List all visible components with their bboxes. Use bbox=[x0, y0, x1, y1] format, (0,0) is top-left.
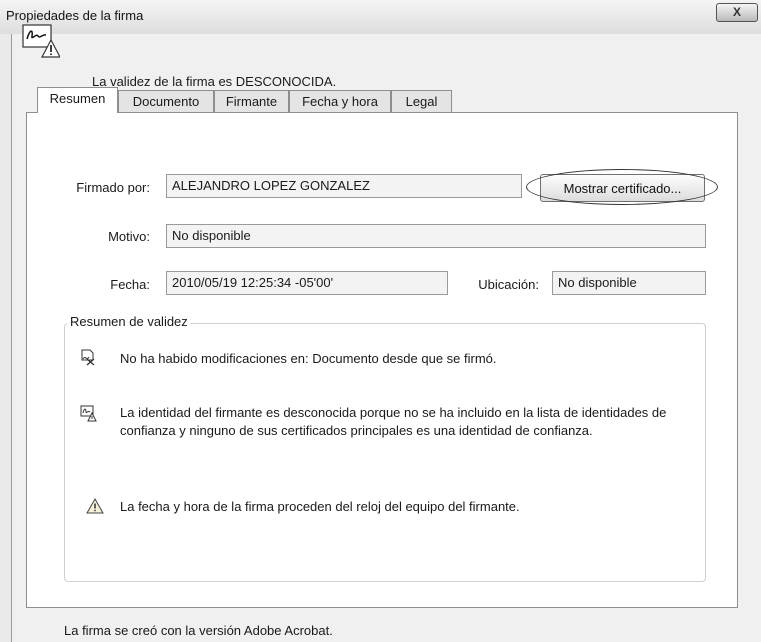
date-field: 2010/05/19 12:25:34 -05'00' bbox=[166, 271, 448, 295]
tab-firmante[interactable]: Firmante bbox=[214, 90, 289, 112]
signer-unknown-icon bbox=[80, 405, 97, 422]
tab-legal[interactable]: Legal bbox=[391, 90, 452, 112]
footer-note: La firma se creó con la versión Adobe Ac… bbox=[64, 623, 333, 638]
location-field: No disponible bbox=[552, 271, 706, 295]
window-title: Propiedades de la firma bbox=[6, 8, 144, 23]
tab-resumen[interactable]: Resumen bbox=[37, 87, 118, 113]
date-label: Fecha: bbox=[110, 277, 150, 292]
tab-documento[interactable]: Documento bbox=[118, 90, 214, 112]
title-bar: Propiedades de la firma X bbox=[0, 0, 761, 34]
signed-by-field: ALEJANDRO LOPEZ GONZALEZ bbox=[166, 174, 522, 198]
validity-message: La fecha y hora de la firma proceden del… bbox=[120, 499, 520, 514]
location-label: Ubicación: bbox=[478, 277, 539, 292]
validity-summary-title: Resumen de validez bbox=[67, 314, 191, 329]
validity-message: La identidad del firmante es desconocida… bbox=[120, 405, 667, 438]
validity-status-text: La validez de la firma es DESCONOCIDA. bbox=[92, 74, 337, 89]
reason-field: No disponible bbox=[166, 224, 706, 248]
close-button[interactable]: X bbox=[716, 3, 758, 22]
document-unmodified-icon bbox=[81, 349, 95, 366]
signature-unknown-icon bbox=[22, 24, 60, 58]
validity-message: No ha habido modificaciones en: Document… bbox=[120, 351, 497, 366]
signed-by-label: Firmado por: bbox=[76, 180, 150, 195]
warning-icon bbox=[86, 497, 104, 514]
show-certificate-button[interactable]: Mostrar certificado... bbox=[540, 174, 705, 202]
reason-label: Motivo: bbox=[108, 229, 150, 244]
tab-fecha-hora[interactable]: Fecha y hora bbox=[289, 90, 391, 112]
